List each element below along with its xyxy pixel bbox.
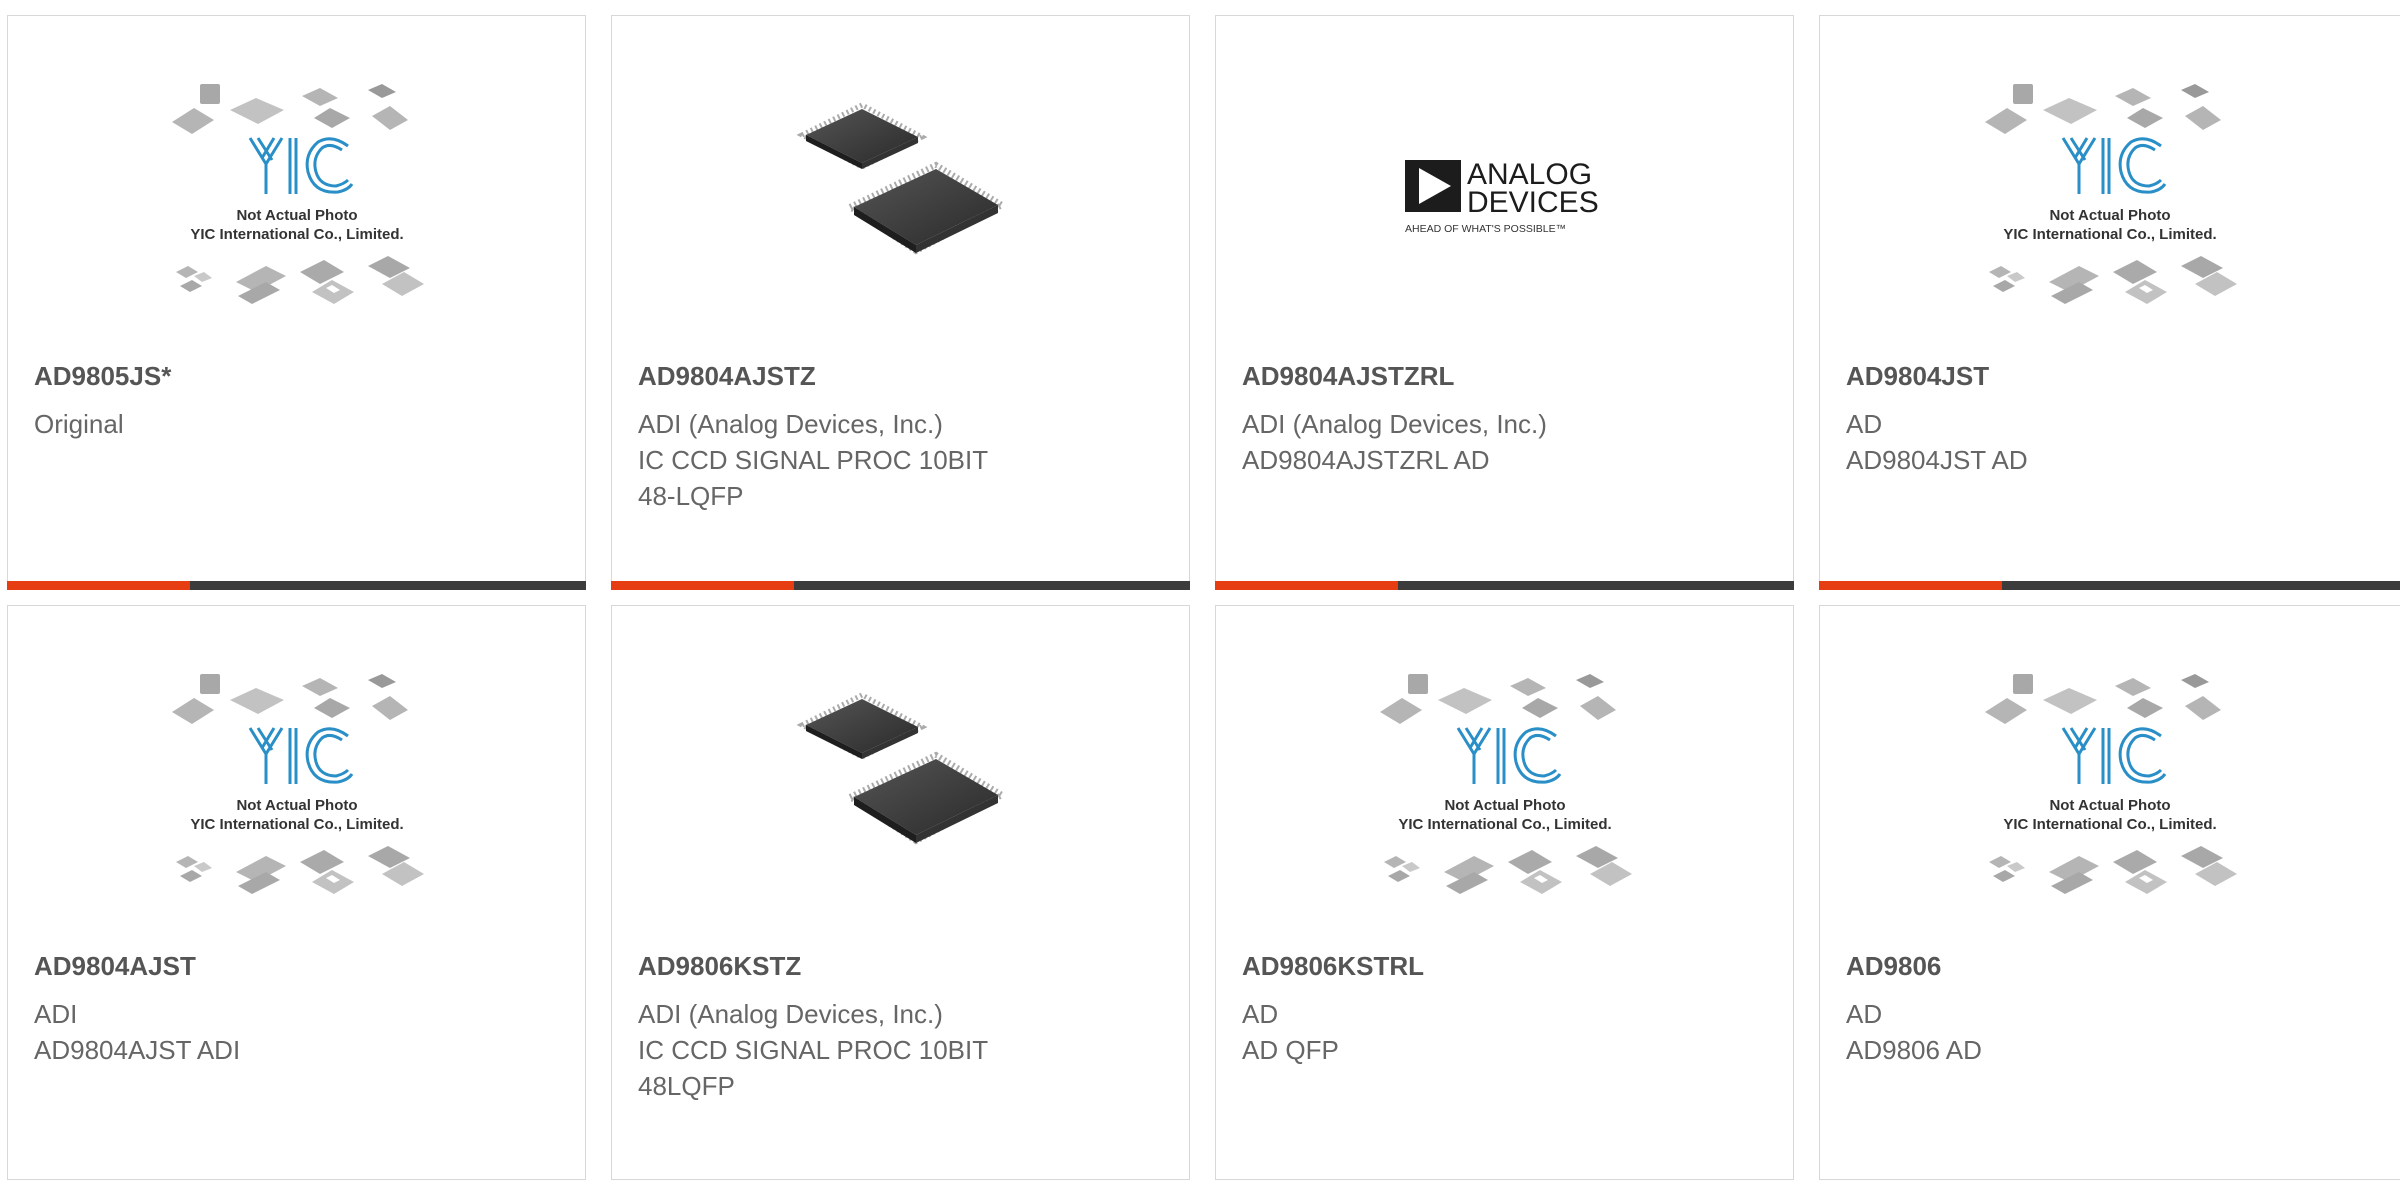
product-description: AD9806 AD	[1846, 1035, 1982, 1065]
product-part-number[interactable]: AD9806KSTZ	[638, 951, 801, 982]
product-card[interactable]: Not Actual Photo YIC International Co., …	[1819, 605, 2400, 1180]
product-image[interactable]: ANALOG DEVICES AHEAD OF WHAT'S POSSIBLE™	[1216, 76, 1793, 316]
yic-placeholder-image: Not Actual Photo YIC International Co., …	[1984, 674, 2237, 894]
product-description: AD9804JST AD	[1846, 445, 2028, 475]
yic-placeholder-image: Not Actual Photo YIC International Co., …	[1379, 674, 1632, 894]
yic-placeholder-image: Not Actual Photo YIC International Co., …	[1984, 84, 2237, 304]
placeholder-caption: YIC International Co., Limited.	[2003, 816, 2216, 833]
placeholder-caption: YIC International Co., Limited.	[2003, 226, 2216, 243]
product-manufacturer: ADI (Analog Devices, Inc.)	[638, 409, 943, 439]
product-part-number[interactable]: AD9806	[1846, 951, 1941, 982]
product-part-number[interactable]: AD9805JS*	[34, 361, 171, 392]
product-image[interactable]: Not Actual Photo YIC International Co., …	[1216, 666, 1793, 906]
logo-tagline: AHEAD OF WHAT'S POSSIBLE™	[1405, 223, 1566, 235]
placeholder-caption: YIC International Co., Limited.	[190, 226, 403, 243]
product-part-number[interactable]: AD9804AJSTZRL	[1242, 361, 1454, 392]
yic-placeholder-image: Not Actual Photo YIC International Co., …	[171, 674, 424, 894]
product-description: AD9804AJSTZRL AD	[1242, 445, 1490, 475]
placeholder-caption: Not Actual Photo	[2049, 797, 2170, 814]
product-manufacturer: ADI (Analog Devices, Inc.)	[638, 999, 943, 1029]
placeholder-caption: YIC International Co., Limited.	[190, 816, 403, 833]
product-manufacturer: Original	[34, 409, 124, 439]
product-card[interactable]: Not Actual Photo YIC International Co., …	[1215, 605, 1794, 1180]
product-image[interactable]	[612, 666, 1189, 906]
product-description: 48LQFP	[638, 1071, 735, 1101]
product-card[interactable]: AD9806KSTZ ADI (Analog Devices, Inc.) IC…	[611, 605, 1190, 1180]
product-part-number[interactable]: AD9806KSTRL	[1242, 951, 1424, 982]
product-card[interactable]: Not Actual Photo YIC International Co., …	[7, 15, 586, 590]
chip-photo-image	[796, 102, 1006, 255]
product-part-number[interactable]: AD9804AJST	[34, 951, 196, 982]
product-card[interactable]: AD9804AJSTZ ADI (Analog Devices, Inc.) I…	[611, 15, 1190, 590]
product-manufacturer: AD	[1846, 999, 1883, 1029]
product-card[interactable]: Not Actual Photo YIC International Co., …	[7, 605, 586, 1180]
card-accent-bar	[1215, 581, 1398, 590]
card-accent-bar	[611, 581, 794, 590]
product-description: AD QFP	[1242, 1035, 1339, 1065]
product-image[interactable]	[612, 76, 1189, 316]
placeholder-caption: Not Actual Photo	[236, 797, 357, 814]
product-image[interactable]: Not Actual Photo YIC International Co., …	[8, 76, 585, 316]
product-part-number[interactable]: AD9804JST	[1846, 361, 1989, 392]
analog-devices-logo: ANALOG DEVICES AHEAD OF WHAT'S POSSIBLE™	[1404, 158, 1599, 235]
product-manufacturer: ADI (Analog Devices, Inc.)	[1242, 409, 1547, 439]
placeholder-caption: YIC International Co., Limited.	[1398, 816, 1611, 833]
product-card[interactable]: Not Actual Photo YIC International Co., …	[1819, 15, 2400, 590]
product-description: IC CCD SIGNAL PROC 10BIT	[638, 445, 989, 475]
product-part-number[interactable]: AD9804AJSTZ	[638, 361, 816, 392]
product-manufacturer: AD	[1846, 409, 1883, 439]
card-accent-bar	[7, 581, 190, 590]
card-accent-bar	[1819, 581, 2002, 590]
product-image[interactable]: Not Actual Photo YIC International Co., …	[1820, 666, 2399, 906]
card-bottom-bar	[7, 581, 586, 590]
product-grid: Not Actual Photo YIC International Co., …	[0, 0, 2400, 1180]
product-description: IC CCD SIGNAL PROC 10BIT	[638, 1035, 989, 1065]
placeholder-caption: Not Actual Photo	[1444, 797, 1565, 814]
logo-text: DEVICES	[1467, 186, 1599, 219]
yic-placeholder-image: Not Actual Photo YIC International Co., …	[171, 84, 424, 304]
product-image[interactable]: Not Actual Photo YIC International Co., …	[1820, 76, 2399, 316]
product-description: AD9804AJST ADI	[34, 1035, 241, 1065]
product-description: 48-LQFP	[638, 481, 744, 511]
card-bottom-bar	[611, 581, 1190, 590]
product-image[interactable]: Not Actual Photo YIC International Co., …	[8, 666, 585, 906]
product-card[interactable]: ANALOG DEVICES AHEAD OF WHAT'S POSSIBLE™…	[1215, 15, 1794, 590]
card-bottom-bar	[1215, 581, 1794, 590]
product-manufacturer: ADI	[34, 999, 78, 1029]
product-manufacturer: AD	[1242, 999, 1279, 1029]
chip-photo-image	[796, 692, 1006, 845]
placeholder-caption: Not Actual Photo	[236, 207, 357, 224]
placeholder-caption: Not Actual Photo	[2049, 207, 2170, 224]
card-bottom-bar	[1819, 581, 2400, 590]
